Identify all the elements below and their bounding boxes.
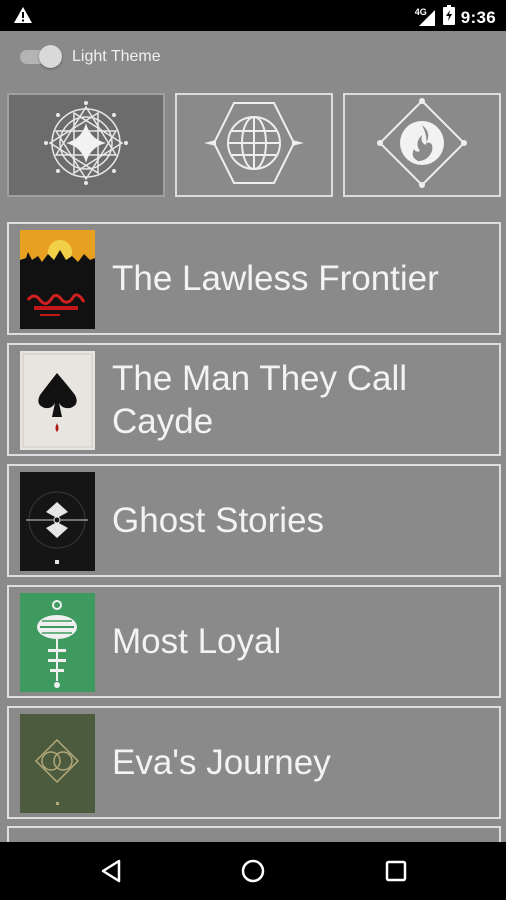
warning-icon (13, 6, 33, 29)
titan-emblem-icon (204, 99, 304, 192)
book-title: Ghost Stories (112, 501, 325, 540)
navigation-bar (0, 842, 506, 900)
theme-toggle-switch[interactable] (20, 43, 62, 71)
ghost-stories-cover (20, 472, 95, 571)
recents-icon[interactable] (381, 856, 411, 886)
class-tabs (7, 93, 501, 197)
book-item[interactable]: Ghost Stories (7, 464, 501, 577)
hunter-emblem-icon (40, 97, 132, 194)
toggle-thumb (39, 45, 62, 68)
cayde-cover (20, 351, 95, 450)
battery-icon (442, 5, 455, 30)
book-item[interactable]: The Man They Call Cayde (7, 343, 501, 456)
book-title: Eva's Journey (112, 743, 331, 782)
theme-toggle-label: Light Theme (72, 48, 161, 65)
evas-journey-cover (20, 714, 95, 813)
book-item[interactable]: Eva's Journey (7, 706, 501, 819)
theme-toggle-row: Light Theme (20, 43, 161, 71)
tab-hunter[interactable] (7, 93, 165, 197)
status-time: 9:36 (460, 7, 496, 27)
tab-titan[interactable] (175, 93, 333, 197)
lawless-frontier-cover (20, 230, 95, 329)
most-loyal-cover (20, 593, 95, 692)
book-title: The Man They Call Cayde (112, 358, 408, 441)
back-icon[interactable] (96, 856, 126, 886)
book-title: The Lawless Frontier (112, 259, 439, 298)
tab-warlock[interactable] (343, 93, 501, 197)
book-item[interactable]: The Lawless Frontier (7, 222, 501, 335)
signal-icon: 4G (415, 7, 437, 28)
book-title: Most Loyal (112, 622, 282, 661)
book-item[interactable]: Most Loyal (7, 585, 501, 698)
home-icon[interactable] (238, 856, 268, 886)
status-bar: 4G 9:36 (0, 0, 506, 31)
warlock-emblem-icon (370, 95, 474, 196)
